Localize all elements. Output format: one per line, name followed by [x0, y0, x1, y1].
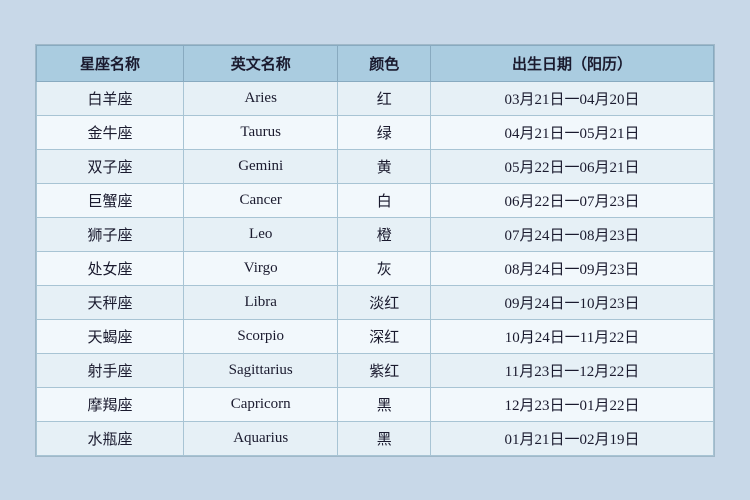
cell-dates: 05月22日一06月21日 — [430, 149, 713, 183]
cell-chinese-name: 处女座 — [37, 251, 184, 285]
cell-english-name: Taurus — [183, 115, 337, 149]
header-dates: 出生日期（阳历） — [430, 45, 713, 81]
zodiac-table: 星座名称 英文名称 颜色 出生日期（阳历） 白羊座Aries红03月21日一04… — [36, 45, 714, 456]
cell-color: 紫红 — [338, 353, 431, 387]
cell-color: 橙 — [338, 217, 431, 251]
cell-dates: 11月23日一12月22日 — [430, 353, 713, 387]
cell-english-name: Scorpio — [183, 319, 337, 353]
header-color: 颜色 — [338, 45, 431, 81]
table-row: 巨蟹座Cancer白06月22日一07月23日 — [37, 183, 714, 217]
cell-dates: 09月24日一10月23日 — [430, 285, 713, 319]
cell-chinese-name: 天秤座 — [37, 285, 184, 319]
cell-color: 黄 — [338, 149, 431, 183]
table-header-row: 星座名称 英文名称 颜色 出生日期（阳历） — [37, 45, 714, 81]
table-row: 双子座Gemini黄05月22日一06月21日 — [37, 149, 714, 183]
cell-english-name: Gemini — [183, 149, 337, 183]
header-chinese-name: 星座名称 — [37, 45, 184, 81]
cell-chinese-name: 水瓶座 — [37, 421, 184, 455]
header-english-name: 英文名称 — [183, 45, 337, 81]
table-row: 水瓶座Aquarius黑01月21日一02月19日 — [37, 421, 714, 455]
zodiac-table-container: 星座名称 英文名称 颜色 出生日期（阳历） 白羊座Aries红03月21日一04… — [35, 44, 715, 457]
cell-chinese-name: 射手座 — [37, 353, 184, 387]
cell-chinese-name: 狮子座 — [37, 217, 184, 251]
cell-dates: 06月22日一07月23日 — [430, 183, 713, 217]
cell-english-name: Aquarius — [183, 421, 337, 455]
cell-dates: 04月21日一05月21日 — [430, 115, 713, 149]
cell-english-name: Sagittarius — [183, 353, 337, 387]
cell-english-name: Leo — [183, 217, 337, 251]
cell-english-name: Libra — [183, 285, 337, 319]
cell-color: 灰 — [338, 251, 431, 285]
cell-english-name: Virgo — [183, 251, 337, 285]
cell-color: 黑 — [338, 387, 431, 421]
cell-color: 淡红 — [338, 285, 431, 319]
cell-dates: 10月24日一11月22日 — [430, 319, 713, 353]
cell-dates: 03月21日一04月20日 — [430, 81, 713, 115]
table-row: 天蝎座Scorpio深红10月24日一11月22日 — [37, 319, 714, 353]
table-row: 金牛座Taurus绿04月21日一05月21日 — [37, 115, 714, 149]
cell-color: 深红 — [338, 319, 431, 353]
table-row: 处女座Virgo灰08月24日一09月23日 — [37, 251, 714, 285]
cell-color: 红 — [338, 81, 431, 115]
cell-chinese-name: 金牛座 — [37, 115, 184, 149]
cell-chinese-name: 巨蟹座 — [37, 183, 184, 217]
cell-english-name: Aries — [183, 81, 337, 115]
cell-dates: 01月21日一02月19日 — [430, 421, 713, 455]
table-body: 白羊座Aries红03月21日一04月20日金牛座Taurus绿04月21日一0… — [37, 81, 714, 455]
cell-chinese-name: 双子座 — [37, 149, 184, 183]
cell-chinese-name: 摩羯座 — [37, 387, 184, 421]
cell-english-name: Capricorn — [183, 387, 337, 421]
cell-color: 白 — [338, 183, 431, 217]
cell-color: 绿 — [338, 115, 431, 149]
cell-english-name: Cancer — [183, 183, 337, 217]
table-row: 狮子座Leo橙07月24日一08月23日 — [37, 217, 714, 251]
cell-dates: 07月24日一08月23日 — [430, 217, 713, 251]
cell-dates: 12月23日一01月22日 — [430, 387, 713, 421]
table-row: 天秤座Libra淡红09月24日一10月23日 — [37, 285, 714, 319]
table-row: 摩羯座Capricorn黑12月23日一01月22日 — [37, 387, 714, 421]
cell-chinese-name: 天蝎座 — [37, 319, 184, 353]
table-row: 射手座Sagittarius紫红11月23日一12月22日 — [37, 353, 714, 387]
table-row: 白羊座Aries红03月21日一04月20日 — [37, 81, 714, 115]
cell-chinese-name: 白羊座 — [37, 81, 184, 115]
cell-color: 黑 — [338, 421, 431, 455]
cell-dates: 08月24日一09月23日 — [430, 251, 713, 285]
